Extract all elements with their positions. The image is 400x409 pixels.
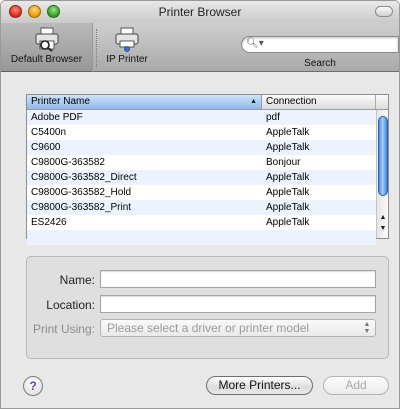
connection-cell: Bonjour [266,157,301,168]
printer-name-cell: C9600 [31,142,61,153]
printer-browser-window: Printer Browser Default Browser IP Print… [0,0,400,409]
table-row[interactable]: ES2426 AppleTalk [27,215,376,230]
add-button[interactable]: Add [323,376,389,395]
table-row[interactable]: C9800G-363582_Direct AppleTalk [27,170,376,185]
printer-icon [33,26,61,52]
ip-printer-button[interactable]: IP Printer [99,25,155,69]
header-corner [376,95,388,109]
table-header: Printer Name ▲ Connection [27,95,388,110]
connection-cell: AppleTalk [266,142,310,153]
scroll-down-arrow-icon[interactable]: ▼ [377,223,389,235]
table-row[interactable]: C9800G-363582 Bonjour [27,155,376,170]
network-printer-icon [113,26,141,52]
name-label: Name: [59,273,95,287]
popup-stepper-icon: ▲ ▼ [363,321,371,335]
location-field[interactable] [100,295,376,313]
title-bar: Printer Browser [1,1,399,23]
ip-printer-label: IP Printer [106,54,148,65]
printer-name-cell: ES2426 [31,217,67,228]
connection-cell: AppleTalk [266,172,310,183]
toolbar-separator [96,29,97,67]
printer-details-group: Name: Location: Print Using: Please sele… [26,256,389,359]
printer-name-cell: C9800G-363582_Hold [31,187,132,198]
connection-cell: pdf [266,112,280,123]
connection-cell: AppleTalk [266,187,310,198]
sort-ascending-icon: ▲ [250,98,257,105]
window-title: Printer Browser [158,5,242,19]
column-header-printer-name[interactable]: Printer Name ▲ [27,95,262,109]
connection-cell: AppleTalk [266,217,310,228]
location-row: Location: [27,295,390,315]
scrollbar-thumb[interactable] [378,116,388,196]
location-label: Location: [46,298,95,312]
column-header-connection[interactable]: Connection [262,95,376,109]
search-icon[interactable]: 🔍︎▾ [246,38,264,49]
printer-name-cell: Adobe PDF [31,112,83,123]
printer-name-cell: C9800G-363582 [31,157,105,168]
printer-rows: Adobe PDF pdf C5400n AppleTalk C9600 App… [27,110,376,245]
print-using-label: Print Using: [32,322,95,336]
printer-list-table: Printer Name ▲ Connection Adobe PDF pdf … [26,94,389,245]
table-row[interactable]: C9800G-363582_Hold AppleTalk [27,185,376,200]
vertical-scrollbar[interactable]: ▲ ▼ [376,110,388,238]
column-header-printer-name-label: Printer Name [31,96,90,107]
connection-cell: AppleTalk [266,202,310,213]
toolbar-toggle-button[interactable] [375,6,393,17]
table-row-empty [27,230,376,245]
search-label: Search [304,58,336,69]
printer-name-cell: C5400n [31,127,67,138]
default-browser-label: Default Browser [10,54,83,65]
column-header-connection-label: Connection [266,96,317,107]
table-row[interactable]: C9600 AppleTalk [27,140,376,155]
help-button[interactable]: ? [23,376,43,396]
print-using-select[interactable]: Please select a driver or printer model … [100,319,376,337]
table-row[interactable]: C5400n AppleTalk [27,125,376,140]
search-field[interactable]: 🔍︎▾ [241,36,399,54]
default-browser-button[interactable]: Default Browser [1,23,93,72]
connection-cell: AppleTalk [266,127,310,138]
printer-name-cell: C9800G-363582_Direct [31,172,137,183]
printer-name-cell: C9800G-363582_Print [31,202,132,213]
print-using-value: Please select a driver or printer model [107,321,310,335]
print-using-row: Print Using: Please select a driver or p… [27,319,390,339]
table-row[interactable]: Adobe PDF pdf [27,110,376,125]
more-printers-button[interactable]: More Printers... [206,376,313,395]
name-field[interactable] [100,270,376,288]
table-row[interactable]: C9800G-363582_Print AppleTalk [27,200,376,215]
search-input[interactable] [241,36,399,53]
name-row: Name: [27,270,390,290]
